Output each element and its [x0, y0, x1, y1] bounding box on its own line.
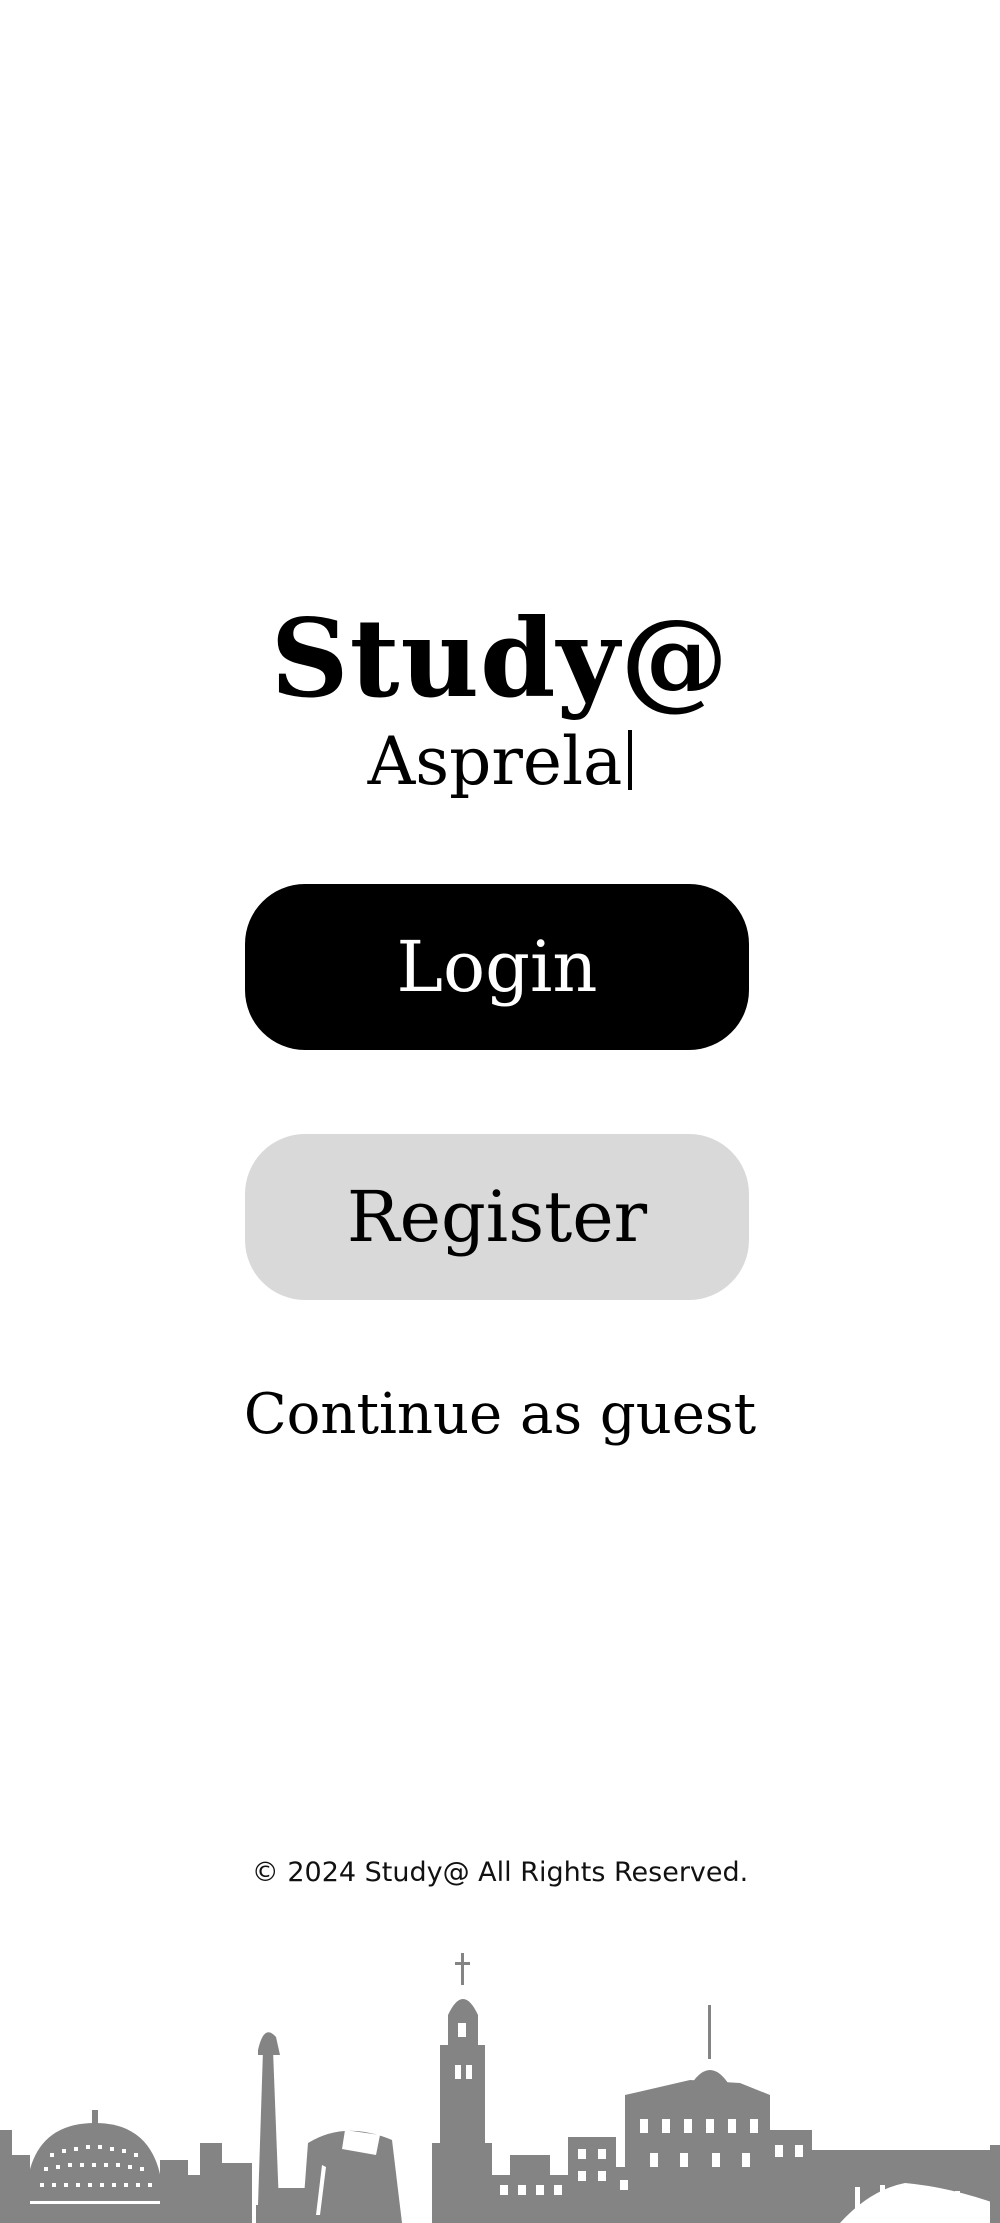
app-subtitle: Asprela — [367, 723, 623, 800]
app-title: Study@ — [270, 596, 730, 722]
register-button[interactable]: Register — [245, 1134, 749, 1300]
register-button-label: Register — [346, 1176, 648, 1258]
footer-copyright: © 2024 Study@ All Rights Reserved. — [251, 1857, 749, 1888]
text-caret — [628, 730, 633, 790]
login-button[interactable]: Login — [245, 884, 749, 1050]
continue-as-guest-link[interactable]: Continue as guest — [0, 1375, 1000, 1455]
app-subtitle-container: Asprela — [0, 722, 1000, 802]
login-button-label: Login — [396, 926, 598, 1008]
city-skyline-illustration — [0, 1953, 1000, 2223]
